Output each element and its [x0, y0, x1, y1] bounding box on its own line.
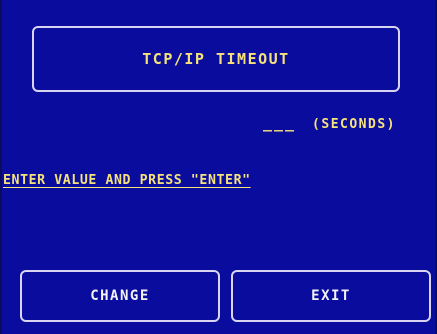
exit-button[interactable]: EXIT — [231, 270, 431, 322]
title-panel: TCP/IP TIMEOUT — [32, 26, 400, 92]
timeout-value-field[interactable]: ___ — [263, 114, 296, 132]
change-button[interactable]: CHANGE — [20, 270, 220, 322]
instruction-text: ENTER VALUE AND PRESS "ENTER" — [3, 173, 251, 188]
units-label: (SECONDS) — [312, 117, 396, 132]
screen-title: TCP/IP TIMEOUT — [142, 50, 290, 68]
timeout-entry-row: ___ (SECONDS) — [0, 114, 396, 132]
